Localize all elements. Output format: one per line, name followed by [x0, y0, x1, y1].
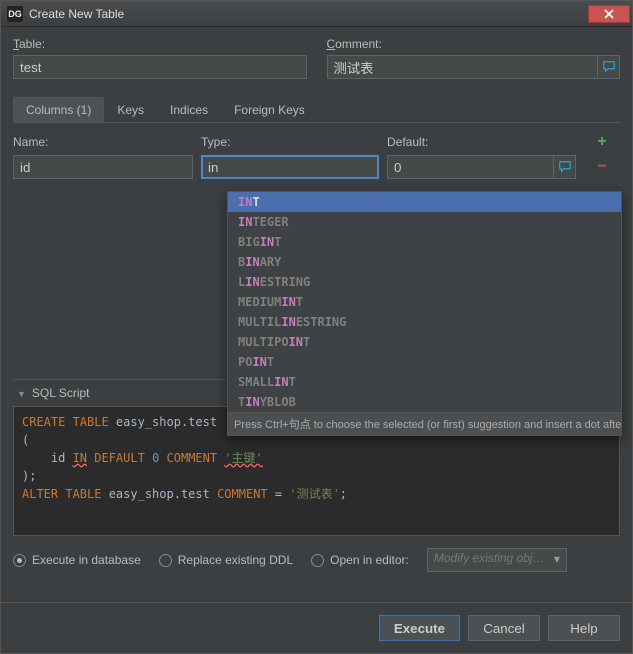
- col-header-type: Type:: [201, 135, 379, 149]
- autocomplete-item[interactable]: POINT: [228, 352, 621, 372]
- col-header-default: Default:: [387, 135, 576, 149]
- speech-bubble-icon: [602, 60, 616, 74]
- tab-columns[interactable]: Columns (1): [13, 97, 104, 122]
- execute-button[interactable]: Execute: [379, 615, 460, 641]
- column-type-input[interactable]: [201, 155, 379, 179]
- default-expand-button[interactable]: [554, 155, 576, 179]
- autocomplete-item[interactable]: BIGINT: [228, 232, 621, 252]
- radio-dot-icon: [13, 554, 26, 567]
- autocomplete-item[interactable]: TINYBLOB: [228, 392, 621, 412]
- speech-bubble-icon: [558, 160, 572, 174]
- table-input[interactable]: [13, 55, 307, 79]
- comment-field: Comment:: [327, 37, 621, 79]
- radio-dot-icon: [159, 554, 172, 567]
- add-column-button[interactable]: +: [597, 133, 606, 151]
- autocomplete-hint: Press Ctrl+句点 to choose the selected (or…: [228, 412, 621, 435]
- window-title: Create New Table: [29, 7, 586, 21]
- radio-label: Replace existing DDL: [178, 553, 293, 567]
- table-label: Table:: [13, 37, 307, 51]
- dialog-window: DG Create New Table Table: Comment:: [0, 0, 633, 654]
- col-header-name: Name:: [13, 135, 193, 149]
- comment-input[interactable]: [327, 55, 599, 79]
- editor-action-combo[interactable]: Modify existing obj…: [427, 548, 567, 572]
- columns-table: Name: Type: Default: +: [13, 133, 620, 179]
- radio-label: Open in editor:: [330, 553, 409, 567]
- autocomplete-item[interactable]: MEDIUMINT: [228, 292, 621, 312]
- column-name-input[interactable]: [13, 155, 193, 179]
- tabs: Columns (1) Keys Indices Foreign Keys: [13, 97, 620, 123]
- radio-replace-ddl[interactable]: Replace existing DDL: [159, 553, 293, 567]
- dialog-content: Table: Comment: Columns (1) Keys Indices…: [1, 27, 632, 602]
- radio-dot-icon: [311, 554, 324, 567]
- column-default-input[interactable]: [387, 155, 554, 179]
- autocomplete-item[interactable]: MULTIPOINT: [228, 332, 621, 352]
- remove-column-button[interactable]: −: [597, 158, 606, 176]
- close-icon: [604, 9, 614, 19]
- table-field: Table:: [13, 37, 307, 79]
- comment-label: Comment:: [327, 37, 621, 51]
- tab-indices[interactable]: Indices: [157, 97, 221, 122]
- autocomplete-item[interactable]: INTEGER: [228, 212, 621, 232]
- radio-execute-in-db[interactable]: Execute in database: [13, 553, 141, 567]
- autocomplete-item[interactable]: MULTILINESTRING: [228, 312, 621, 332]
- titlebar[interactable]: DG Create New Table: [1, 1, 632, 27]
- tab-keys[interactable]: Keys: [104, 97, 157, 122]
- autocomplete-item[interactable]: SMALLINT: [228, 372, 621, 392]
- tab-foreign-keys[interactable]: Foreign Keys: [221, 97, 318, 122]
- dialog-footer: Execute Cancel Help: [1, 602, 632, 653]
- app-icon: DG: [7, 6, 23, 22]
- radio-label: Execute in database: [32, 553, 141, 567]
- options-row: Execute in database Replace existing DDL…: [13, 536, 620, 584]
- close-window-button[interactable]: [588, 5, 630, 23]
- radio-open-in-editor[interactable]: Open in editor:: [311, 553, 409, 567]
- autocomplete-list: INTINTEGERBIGINTBINARYLINESTRINGMEDIUMIN…: [228, 192, 621, 412]
- autocomplete-item[interactable]: BINARY: [228, 252, 621, 272]
- comment-expand-button[interactable]: [598, 55, 620, 79]
- table-row: −: [13, 155, 620, 179]
- help-button[interactable]: Help: [548, 615, 620, 641]
- autocomplete-item[interactable]: INT: [228, 192, 621, 212]
- cancel-button[interactable]: Cancel: [468, 615, 540, 641]
- autocomplete-popup: INTINTEGERBIGINTBINARYLINESTRINGMEDIUMIN…: [227, 191, 622, 436]
- autocomplete-item[interactable]: LINESTRING: [228, 272, 621, 292]
